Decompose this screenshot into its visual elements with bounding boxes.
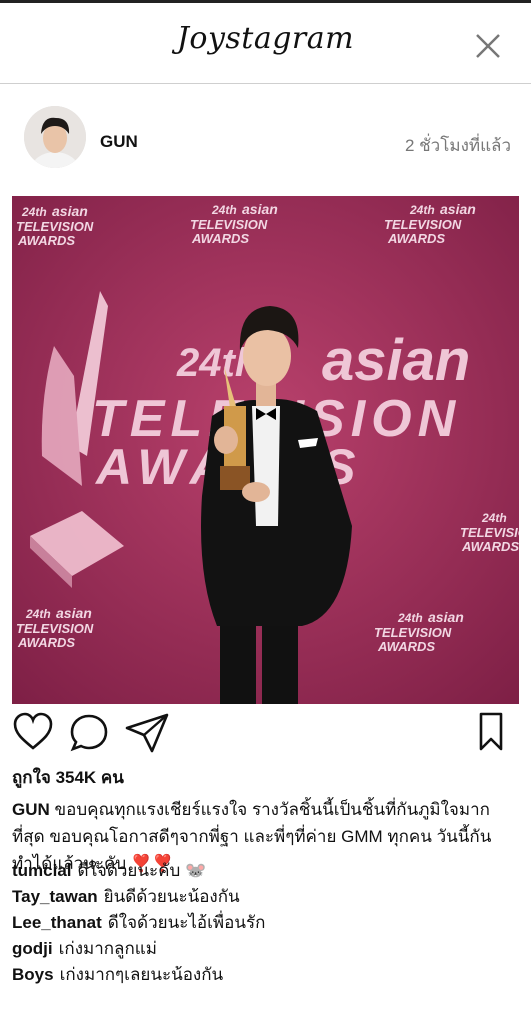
- comment-item: Lee_thanat ดีใจด้วยนะไอ้เพื่อนรัก: [12, 910, 522, 936]
- like-count[interactable]: ถูกใจ 354K คน: [12, 764, 124, 791]
- logo-text: TELEVISION: [16, 219, 94, 234]
- logo-text: asian: [428, 609, 464, 625]
- comment-text: ยินดีด้วยนะน้องกัน: [103, 887, 240, 906]
- post-timestamp: 2 ชั่วโมงที่แล้ว: [404, 136, 511, 155]
- heart-icon[interactable]: [12, 712, 54, 752]
- logo-text: AWARDS: [377, 639, 435, 654]
- logo-text: TELEVISION: [190, 217, 268, 232]
- top-bar: Joystagram: [0, 0, 531, 84]
- close-icon[interactable]: [473, 31, 503, 61]
- comment-item: Boys เก่งมากๆเลยนะน้องกัน: [12, 962, 522, 988]
- comment-username[interactable]: Tay_tawan: [12, 887, 98, 906]
- logo-text: TELEVISION: [384, 217, 462, 232]
- comment-item: Tay_tawan ยินดีด้วยนะน้องกัน: [12, 884, 522, 910]
- logo-text: asian: [242, 201, 278, 217]
- logo-text: 24th: [21, 205, 47, 219]
- comment-username[interactable]: godji: [12, 939, 53, 958]
- comment-item: tumcial ดีใจด้วยนะคับ 🐭: [12, 858, 522, 884]
- comment-username[interactable]: tumcial: [12, 861, 72, 880]
- caption-username[interactable]: GUN: [12, 800, 50, 819]
- app-title: Joystagram: [176, 21, 355, 56]
- logo-text: TELEVISION: [16, 621, 94, 636]
- logo-text: AWARDS: [387, 231, 445, 246]
- logo-text: 24th: [397, 611, 423, 625]
- bookmark-icon[interactable]: [478, 712, 504, 752]
- comment-text: ดีใจด้วยนะไอ้เพื่อนรัก: [107, 913, 266, 932]
- comment-text: เก่งมากๆเลยนะน้องกัน: [59, 965, 224, 984]
- logo-text: AWARDS: [17, 635, 75, 650]
- comment-list: tumcial ดีใจด้วยนะคับ 🐭 Tay_tawan ยินดีด้ว…: [12, 858, 522, 988]
- logo-text: 24th: [409, 203, 435, 217]
- logo-text: asian: [440, 201, 476, 217]
- post-actions: [0, 708, 531, 758]
- backdrop-brand: asian: [322, 328, 470, 393]
- logo-text: TELEVISION: [460, 525, 519, 540]
- logo-text: 24th: [211, 203, 237, 217]
- comment-bubble-icon[interactable]: [68, 712, 110, 754]
- comment-text: เก่งมากลูกแม่: [58, 939, 157, 958]
- avatar[interactable]: [24, 106, 86, 168]
- logo-text: TELEVISION: [374, 625, 452, 640]
- post-username[interactable]: GUN: [100, 132, 138, 152]
- comment-text: ดีใจด้วยนะคับ 🐭: [77, 861, 207, 880]
- logo-text: AWARDS: [191, 231, 249, 246]
- logo-text: 24th: [25, 607, 51, 621]
- logo-text: 24th: [481, 511, 507, 525]
- logo-text: AWARDS: [461, 539, 519, 554]
- logo-text: asian: [52, 203, 88, 219]
- post-photo[interactable]: 24th asian TELEVISION AWARDS 24th asian …: [12, 196, 519, 704]
- comment-item: godji เก่งมากลูกแม่: [12, 936, 522, 962]
- comment-username[interactable]: Boys: [12, 965, 54, 984]
- logo-text: asian: [56, 605, 92, 621]
- logo-text: AWARDS: [17, 233, 75, 248]
- comment-username[interactable]: Lee_thanat: [12, 913, 102, 932]
- paper-plane-icon[interactable]: [124, 712, 170, 754]
- post-header: GUN 2 ชั่วโมงที่แล้ว: [0, 96, 531, 186]
